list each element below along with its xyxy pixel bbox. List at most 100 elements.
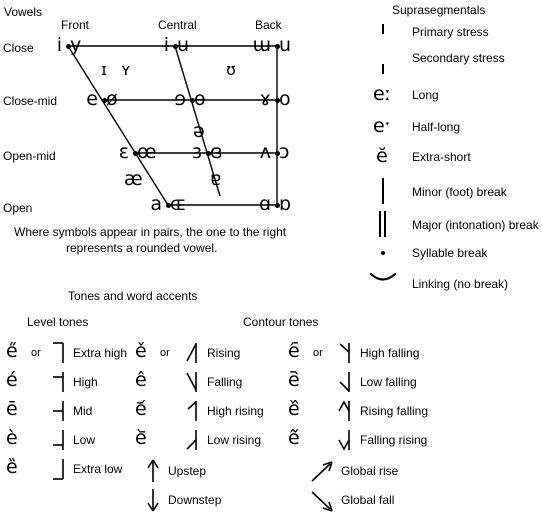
supra-item-secondary-stress: Secondary stress [356,52,542,82]
tone-letter-extra-high: e̋ [6,340,18,362]
supra-item-long: eː Long [356,85,542,115]
vowel-symbol-small-capital-y: ʏ [121,60,131,79]
minor-break-icon [382,178,384,204]
supra-label-long: Long [412,88,439,102]
vowel-symbol-ae-lig: æ [124,168,143,190]
tone-row-low-falling: e᷆ Low falling [288,371,488,401]
supra-item-half-long: eˑ Half-long [356,117,542,147]
supra-label-half-long: Half-long [412,120,461,134]
vowel-symbol-o-slash: ø [106,88,118,110]
supra-item-primary-stress: Primary stress [356,22,542,52]
tone-name-rising: Rising [207,346,241,360]
tone-letter-high-rising: e᷄ [135,398,147,420]
tone-name-low-rising: Low rising [207,433,262,447]
tone-row-falling: ê Falling [135,371,295,401]
tone-row-high-falling: e᷇ or High falling [288,342,488,372]
tone-row-low: è Low [0,429,135,459]
tone-row-high: é High [0,371,135,401]
tone-letter-falling: ê [135,369,147,391]
tones-section-title: Tones and word accents [68,289,198,303]
vowel-symbol-open-o: ɔ [279,141,290,163]
vowel-symbol-reversed-epsilon: ɜ [191,141,202,163]
supra-label-primary-stress: Primary stress [412,25,489,39]
tone-name-upstep: Upstep [168,464,207,478]
half-length-mark-icon: eˑ [372,115,392,137]
tone-bar-mid-icon [53,401,64,421]
tone-row-mid: ē Mid [0,400,135,430]
downstep-arrow-icon [147,489,159,512]
vowel-symbol-closed-reversed-epsilon: ɞ [210,141,223,163]
tone-letter-low-rising: e᷅ [135,427,147,449]
supra-label-syllable-break: Syllable break [412,246,488,260]
supra-label-secondary-stress: Secondary stress [412,51,505,65]
tone-letter-extra-low: ȅ [6,456,18,478]
tone-name-global-rise: Global rise [341,464,399,478]
vowel-symbol-o: o [279,88,291,110]
supra-label-minor-break: Minor (foot) break [412,185,507,199]
vowel-symbol-small-capital-i: ɪ [101,60,107,79]
vowel-symbol-turned-script-a: ɒ [279,193,292,215]
vowel-caption-line-1: Where symbols appear in pairs, the one t… [14,225,287,239]
tone-row-low-rising: e᷅ Low rising [135,429,295,459]
vowel-symbol-u: u [279,34,292,56]
tone-name-low: Low [73,433,96,447]
tone-letter-falling-rising: e᷉ [288,427,300,449]
tone-bar-extra-high-icon [53,342,64,363]
major-break-icon-bar-right [384,211,386,237]
tone-row-extra-low: ȅ Extra low [0,458,135,488]
tone-contour-high-rising-icon [187,401,197,421]
syllable-break-icon [381,251,385,255]
tone-contour-falling-icon [186,372,197,392]
vowel-symbol-i: i [56,34,62,56]
suprasegmentals-section: Suprasegmentals Primary stress Secondary… [356,0,542,300]
tone-bar-extra-low-icon [53,459,64,480]
tone-contour-high-falling-icon [339,343,350,363]
upstep-arrow-icon [147,459,159,482]
vowel-symbol-e: e [86,88,98,110]
supra-label-extra-short: Extra-short [412,150,471,164]
vowel-symbol-oe-caps: ɶ [170,193,187,215]
tone-row-high-rising: e᷄ High rising [135,400,295,430]
primary-stress-icon [382,24,384,34]
tone-letter-low: è [6,427,18,449]
tone-contour-rising-icon [186,343,197,363]
tone-name-downstep: Downstep [168,493,222,507]
tone-bar-high-icon [53,372,64,392]
vowel-symbol-rams-horn: ɤ [259,88,271,110]
tone-contour-low-rising-icon [186,430,197,450]
contour-tones-heading: Contour tones [243,315,319,329]
tone-name-falling-rising: Falling rising [360,433,428,447]
vowel-caption-line-2: represents a rounded vowel. [66,241,218,255]
tone-letter-high: é [6,369,18,391]
tones-section: Tones and word accents Level tones Conto… [0,282,542,517]
vowel-symbol-y: y [70,34,82,56]
suprasegmentals-section-title: Suprasegmentals [392,3,486,17]
tone-row-global-fall: Global fall [288,489,488,519]
tone-letter-rising: ě [135,340,147,362]
supra-item-extra-short: ĕ Extra-short [356,147,542,177]
tone-contour-rising-falling-icon [338,400,350,421]
vowel-symbol-epsilon: ɛ [118,141,129,163]
supra-label-major-break: Major (intonation) break [412,218,539,232]
tone-letter-low-falling: e᷆ [288,369,300,391]
tone-row-rising-falling: e᷈ Rising falling [288,400,488,430]
vowel-symbol-barred-o: ɵ [194,88,206,110]
tone-row-falling-rising: e᷉ Falling rising [288,429,488,459]
vowel-symbol-turned-v: ʌ [259,141,271,163]
length-mark-icon: eː [372,83,392,105]
tone-row-upstep: Upstep [135,459,295,490]
tone-or-label-extra-high: or [31,347,41,359]
tone-name-extra-low: Extra low [73,462,123,476]
tone-contour-falling-rising-icon [338,430,350,451]
vowel-symbol-reversed-e: ɘ [174,88,186,110]
tone-name-rising-falling: Rising falling [360,404,429,418]
vowel-symbol-a: a [150,193,162,215]
vowel-symbol-turned-m: ɯ [252,34,271,56]
tone-name-falling: Falling [207,375,243,389]
tone-row-rising: ě or Rising [135,342,295,372]
supra-item-syllable-break: Syllable break [356,243,542,273]
vowel-symbol-upsilon: ʊ [226,60,236,79]
vowel-symbol-barred-i: ɨ [163,34,169,56]
major-break-icon-bar-left [379,211,381,237]
tone-name-mid: Mid [73,404,93,418]
